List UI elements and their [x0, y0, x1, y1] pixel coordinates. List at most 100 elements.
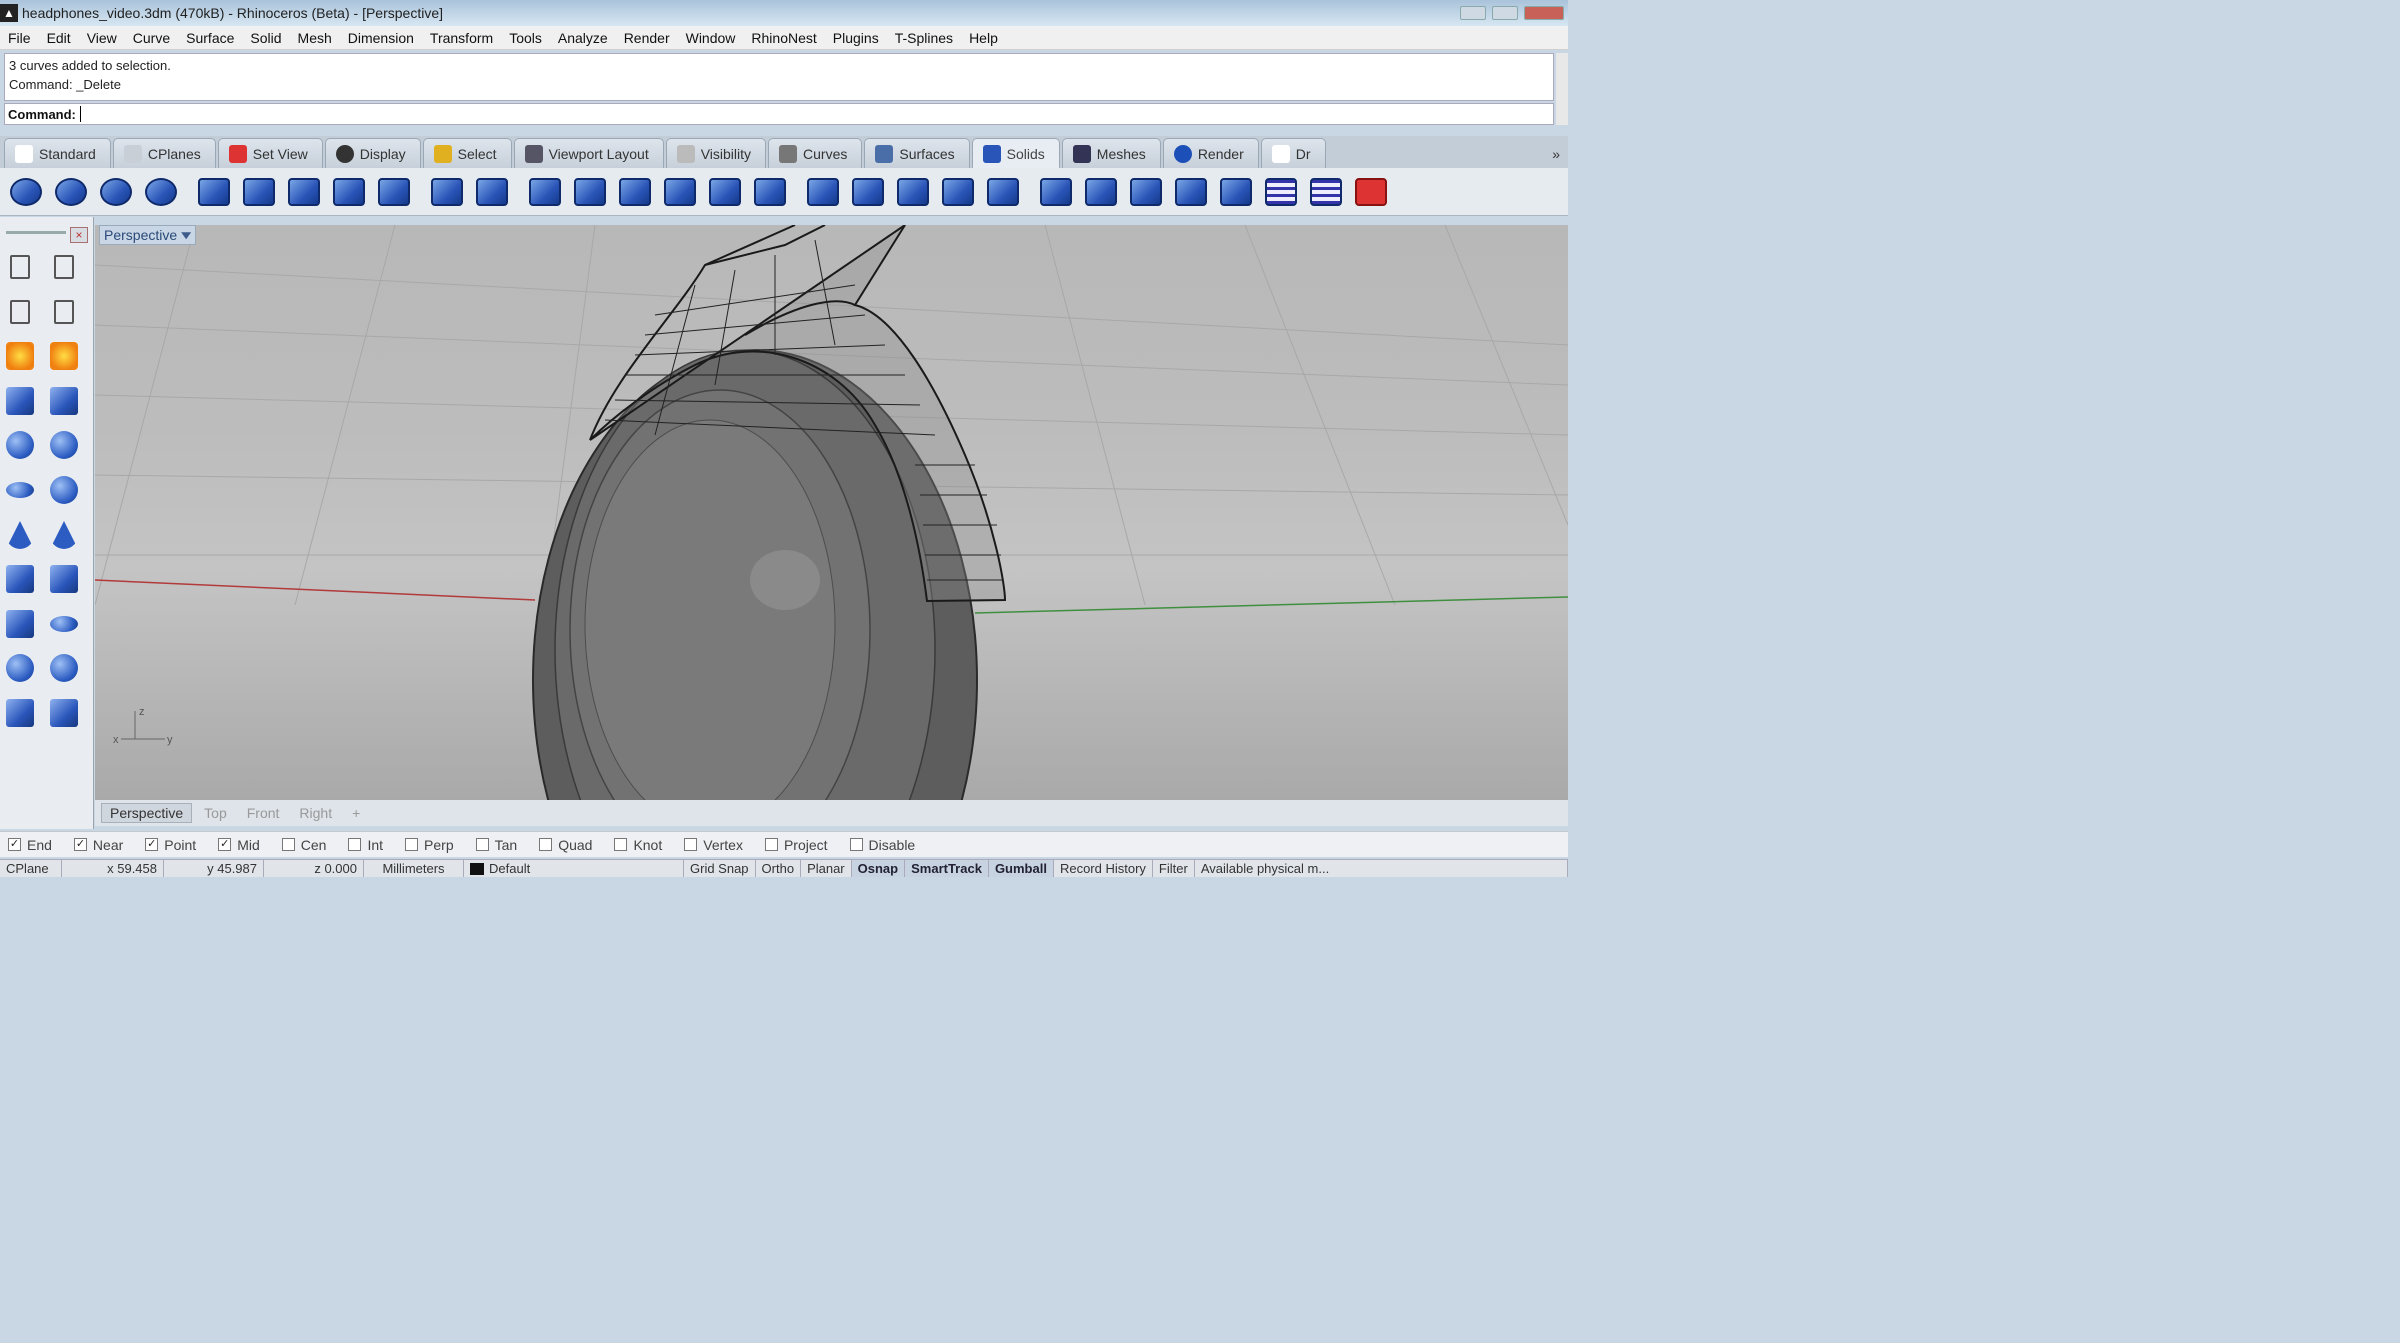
box-corner-button[interactable]	[2, 383, 38, 419]
tab-select[interactable]: Select	[422, 138, 512, 168]
status-toggle-ortho[interactable]: Ortho	[756, 859, 802, 877]
unfold-button[interactable]	[1216, 172, 1256, 212]
shell-button[interactable]	[750, 172, 790, 212]
tube-button[interactable]	[2, 606, 38, 642]
fillet-edges-button[interactable]	[427, 172, 467, 212]
menu-dimension[interactable]: Dimension	[340, 30, 422, 46]
explode-button[interactable]	[2, 338, 38, 374]
merge-faces-button[interactable]	[1126, 172, 1166, 212]
tab-set-view[interactable]: Set View	[217, 138, 323, 168]
tab-display[interactable]: Display	[324, 138, 421, 168]
osnap-knot[interactable]: Knot	[614, 837, 662, 853]
osnap-checkbox[interactable]	[684, 838, 698, 851]
status-toggle-planar[interactable]: Planar	[801, 859, 852, 877]
scale-button[interactable]	[46, 249, 82, 285]
osnap-checkbox[interactable]: ✓	[218, 838, 232, 851]
menu-help[interactable]: Help	[961, 30, 1006, 46]
osnap-int[interactable]: Int	[348, 837, 383, 853]
spark-button[interactable]	[46, 338, 82, 374]
mesh-grid-button[interactable]	[1261, 172, 1301, 212]
sidebar-grip[interactable]	[6, 231, 66, 234]
status-toggle-osnap[interactable]: Osnap	[851, 859, 906, 877]
maximize-button[interactable]	[1492, 6, 1518, 20]
osnap-point[interactable]: ✓ Point	[145, 837, 196, 853]
osnap-end[interactable]: ✓ End	[8, 837, 52, 853]
tab-cplanes[interactable]: CPlanes	[112, 138, 216, 168]
osnap-perp[interactable]: Perp	[405, 837, 454, 853]
osnap-checkbox[interactable]	[405, 838, 419, 851]
menu-edit[interactable]: Edit	[39, 30, 79, 46]
box-3pt-button[interactable]	[46, 383, 82, 419]
menu-file[interactable]: File	[0, 30, 39, 46]
tab-surfaces[interactable]: Surfaces	[864, 138, 970, 168]
mesh-grid-dense-button[interactable]	[1306, 172, 1346, 212]
sidebar-close-icon[interactable]: ×	[70, 227, 88, 243]
move-edge-button[interactable]	[570, 172, 610, 212]
solid-point-button[interactable]	[803, 172, 843, 212]
menu-plugins[interactable]: Plugins	[825, 30, 887, 46]
status-toggle-filter[interactable]: Filter	[1153, 859, 1195, 877]
split-face-button[interactable]	[615, 172, 655, 212]
extrude-closed-button[interactable]	[2, 695, 38, 731]
cap-planar-holes-button[interactable]	[194, 172, 234, 212]
move-face-button[interactable]	[284, 172, 324, 212]
heart-solid-button[interactable]	[46, 472, 82, 508]
osnap-mid[interactable]: ✓ Mid	[218, 837, 260, 853]
viewport-menu-dropdown-icon[interactable]	[181, 232, 192, 240]
menu-solid[interactable]: Solid	[242, 30, 289, 46]
cut-plane-button[interactable]	[329, 172, 369, 212]
osnap-quad[interactable]: Quad	[539, 837, 592, 853]
osnap-project[interactable]: Project	[764, 837, 828, 853]
box-button[interactable]	[374, 172, 414, 212]
osnap-checkbox[interactable]	[764, 838, 778, 851]
menu-tools[interactable]: Tools	[501, 30, 550, 46]
sphere-button[interactable]	[2, 427, 38, 463]
extrude-face-button[interactable]	[705, 172, 745, 212]
fold-face-button[interactable]	[660, 172, 700, 212]
command-history-scrollbar[interactable]	[1556, 53, 1568, 125]
osnap-cen[interactable]: Cen	[281, 837, 326, 853]
osnap-checkbox[interactable]: ✓	[8, 838, 21, 851]
tab-dr[interactable]: Dr	[1260, 138, 1326, 168]
torus-button[interactable]	[46, 606, 82, 642]
tab-standard[interactable]: Standard	[4, 138, 111, 168]
osnap-checkbox[interactable]: ✓	[73, 838, 87, 851]
menu-analyze[interactable]: Analyze	[550, 30, 616, 46]
gumball-move-button[interactable]	[2, 294, 38, 330]
tab-solids[interactable]: Solids	[971, 138, 1060, 168]
boolean-union-button[interactable]	[6, 172, 46, 212]
minimize-button[interactable]	[1460, 6, 1486, 20]
osnap-checkbox[interactable]	[475, 838, 489, 851]
headphone-model-scene[interactable]	[95, 225, 1568, 800]
menu-window[interactable]: Window	[678, 30, 744, 46]
osnap-disable[interactable]: Disable	[849, 837, 915, 853]
rhino-app-icon[interactable]: ▲	[0, 4, 18, 22]
osnap-checkbox[interactable]	[849, 838, 863, 851]
menu-view[interactable]: View	[79, 30, 125, 46]
osnap-near[interactable]: ✓ Near	[73, 837, 123, 853]
pipe-flat-button[interactable]	[46, 650, 82, 686]
current-layer[interactable]: Default	[464, 859, 684, 877]
add-viewport-tab-button[interactable]: +	[344, 803, 368, 823]
boolean-split-button[interactable]	[141, 172, 181, 212]
viewport-tab-right[interactable]: Right	[291, 803, 340, 823]
status-toggle-smarttrack[interactable]: SmartTrack	[905, 859, 989, 877]
menu-transform[interactable]: Transform	[422, 30, 501, 46]
osnap-checkbox[interactable]	[281, 838, 295, 851]
status-toggle-gumball[interactable]: Gumball	[988, 859, 1054, 877]
cylinder-button[interactable]	[46, 561, 82, 597]
osnap-tan[interactable]: Tan	[475, 837, 517, 853]
viewport-tab-front[interactable]: Front	[239, 803, 288, 823]
osnap-checkbox[interactable]	[348, 838, 362, 851]
create-solid-button[interactable]	[893, 172, 933, 212]
menu-curve[interactable]: Curve	[125, 30, 178, 46]
tab-curves[interactable]: Curves	[768, 138, 863, 168]
menu-render[interactable]: Render	[616, 30, 678, 46]
solid-edit-button[interactable]	[525, 172, 565, 212]
cplane-label[interactable]: CPlane	[0, 859, 62, 877]
menu-t-splines[interactable]: T-Splines	[887, 30, 961, 46]
tab-visibility[interactable]: Visibility	[665, 138, 767, 168]
tab-meshes[interactable]: Meshes	[1061, 138, 1161, 168]
command-line[interactable]: Command:	[4, 103, 1554, 125]
delete-solid-button[interactable]	[1351, 172, 1391, 212]
